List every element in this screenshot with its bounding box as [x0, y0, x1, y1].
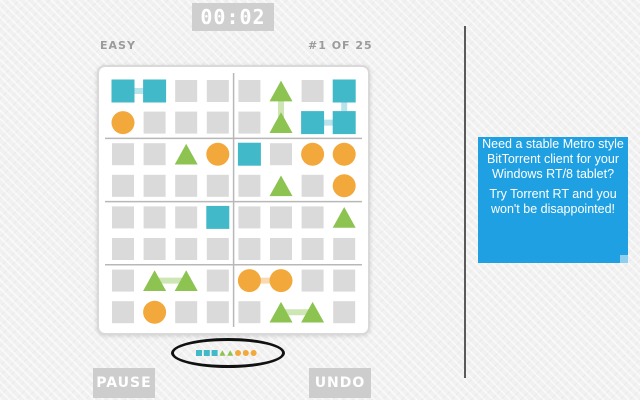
empty-cell — [270, 143, 292, 166]
empty-cell — [301, 206, 324, 229]
ad-pitch-text: Try Torrent RT and you won't be disappoi… — [489, 187, 617, 216]
square-piece — [143, 79, 167, 103]
circle-piece — [111, 111, 135, 135]
tray-triangle-piece — [219, 350, 226, 356]
circle-piece — [237, 269, 261, 293]
empty-cell — [175, 206, 198, 229]
ad-corner-icon — [620, 255, 628, 263]
puzzle-progress-label: #1 OF 25 — [308, 39, 373, 52]
empty-cell — [238, 111, 261, 134]
empty-cell — [143, 174, 166, 197]
empty-cell — [175, 111, 198, 134]
remaining-pieces — [196, 350, 257, 356]
empty-cell — [206, 238, 229, 260]
empty-cell — [112, 269, 134, 292]
square-piece — [301, 111, 325, 135]
empty-cell — [238, 238, 261, 260]
empty-cell — [143, 111, 166, 134]
game-timer: 00:02 — [192, 3, 274, 31]
tray-triangle-piece — [227, 350, 234, 356]
tray-square-piece — [203, 350, 210, 356]
difficulty-label: EASY — [100, 39, 136, 52]
empty-cell — [112, 301, 134, 324]
empty-cell — [333, 269, 356, 292]
square-piece — [237, 142, 261, 166]
empty-cell — [112, 174, 134, 197]
square-piece — [111, 79, 135, 103]
empty-cell — [270, 206, 292, 229]
circle-piece — [269, 269, 293, 293]
square-piece — [332, 111, 356, 135]
empty-cell — [206, 269, 229, 292]
triangle-piece — [269, 175, 293, 197]
empty-cell — [143, 206, 166, 229]
empty-cell — [112, 238, 134, 260]
empty-cell — [301, 269, 324, 292]
circle-piece — [301, 142, 325, 166]
empty-cell — [301, 174, 324, 197]
empty-cell — [206, 111, 229, 134]
square-piece — [206, 205, 230, 229]
empty-cell — [175, 238, 198, 260]
empty-cell — [206, 301, 229, 324]
empty-cell — [238, 301, 261, 324]
triangle-piece — [174, 143, 198, 165]
square-piece — [332, 79, 356, 103]
empty-cell — [143, 238, 166, 260]
puzzle-grid[interactable] — [99, 67, 368, 333]
vertical-divider — [464, 26, 466, 378]
empty-cell — [206, 80, 229, 102]
empty-cell — [270, 238, 292, 260]
empty-cell — [333, 238, 356, 260]
circle-piece — [332, 142, 356, 166]
circle-piece — [206, 142, 230, 166]
tray-circle-piece — [242, 350, 249, 356]
empty-cell — [112, 206, 134, 229]
tray-square-piece — [211, 350, 218, 356]
triangle-piece — [269, 80, 293, 102]
empty-cell — [238, 80, 261, 102]
triangle-piece — [332, 207, 356, 228]
tray-circle-piece — [250, 350, 257, 356]
puzzle-board — [97, 65, 370, 335]
empty-cell — [301, 238, 324, 260]
empty-cell — [333, 301, 356, 324]
empty-cell — [238, 174, 261, 197]
circle-piece — [332, 174, 356, 198]
pause-button[interactable]: PAUSE — [93, 368, 155, 398]
empty-cell — [175, 80, 198, 102]
remaining-pieces-tray — [171, 338, 285, 368]
triangle-piece — [269, 112, 293, 133]
empty-cell — [206, 174, 229, 197]
empty-cell — [301, 80, 324, 102]
empty-cell — [143, 143, 166, 166]
ad-question-text: Need a stable Metro style BitTorrent cli… — [482, 137, 624, 181]
empty-cell — [112, 143, 134, 166]
undo-button[interactable]: UNDO — [309, 368, 371, 398]
advertisement-banner[interactable]: Need a stable Metro style BitTorrent cli… — [478, 137, 628, 263]
tray-circle-piece — [235, 350, 241, 356]
empty-cell — [175, 174, 198, 197]
empty-cell — [175, 301, 198, 324]
empty-cell — [238, 206, 261, 229]
circle-piece — [143, 300, 167, 324]
tray-square-piece — [196, 350, 202, 356]
